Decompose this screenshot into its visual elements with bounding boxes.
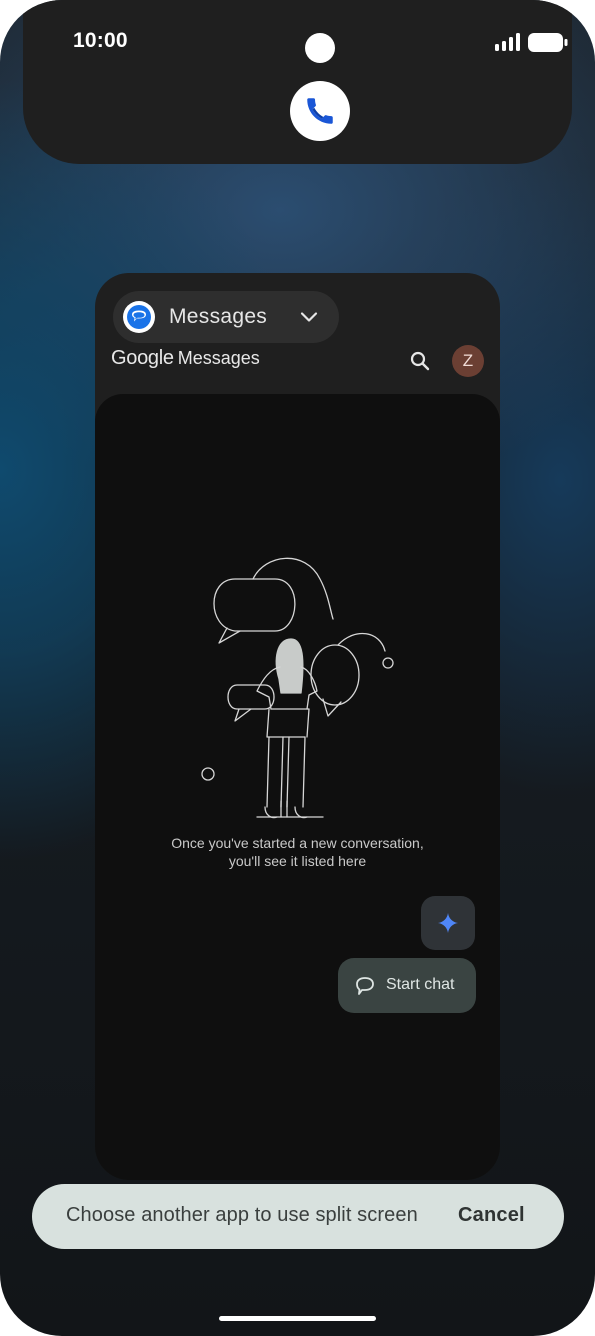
battery-full-icon xyxy=(528,33,568,52)
chat-bubble-icon xyxy=(356,977,374,995)
gemini-sparkle-icon xyxy=(438,913,458,933)
cancel-button[interactable]: Cancel xyxy=(458,1204,525,1227)
empty-state-message: Once you've started a new conversation, … xyxy=(95,834,500,870)
app-switcher-chip[interactable]: Messages xyxy=(113,291,339,343)
search-button[interactable] xyxy=(406,347,434,375)
phone-handset-icon xyxy=(307,98,333,124)
call-indicator-pill: 10:00 xyxy=(23,0,572,164)
app-chip-label: Messages xyxy=(169,305,268,328)
empty-state-line-1: Once you've started a new conversation, xyxy=(171,835,424,851)
phone-app-icon[interactable] xyxy=(290,81,350,141)
conversation-list: Once you've started a new conversation, … xyxy=(95,394,500,1180)
empty-state-line-2: you'll see it listed here xyxy=(228,853,367,869)
messages-app-icon xyxy=(123,301,155,333)
home-indicator[interactable] xyxy=(219,1316,376,1321)
start-chat-label: Start chat xyxy=(386,976,455,993)
camera-cutout xyxy=(305,33,335,63)
google-logo-text: Google xyxy=(111,347,174,369)
start-chat-button[interactable]: Start chat xyxy=(338,958,476,1013)
split-screen-prompt: Choose another app to use split screen C… xyxy=(32,1184,564,1249)
app-title: Google Messages xyxy=(111,347,260,377)
phone-screen: 10:00 Messages Google Messages Z Once yo… xyxy=(0,0,595,1336)
cellular-signal-icon xyxy=(495,33,520,51)
account-avatar[interactable]: Z xyxy=(452,345,484,377)
messages-bubble-icon xyxy=(127,305,151,329)
empty-state-illustration-icon xyxy=(201,557,394,819)
messages-title-text: Messages xyxy=(177,348,260,368)
status-time: 10:00 xyxy=(73,29,128,52)
messages-app-window[interactable]: Messages Google Messages Z Once you've s… xyxy=(95,273,500,1180)
chevron-down-icon xyxy=(300,312,318,322)
search-icon xyxy=(410,351,430,371)
split-screen-message: Choose another app to use split screen xyxy=(66,1204,418,1226)
gemini-button[interactable] xyxy=(421,896,475,950)
